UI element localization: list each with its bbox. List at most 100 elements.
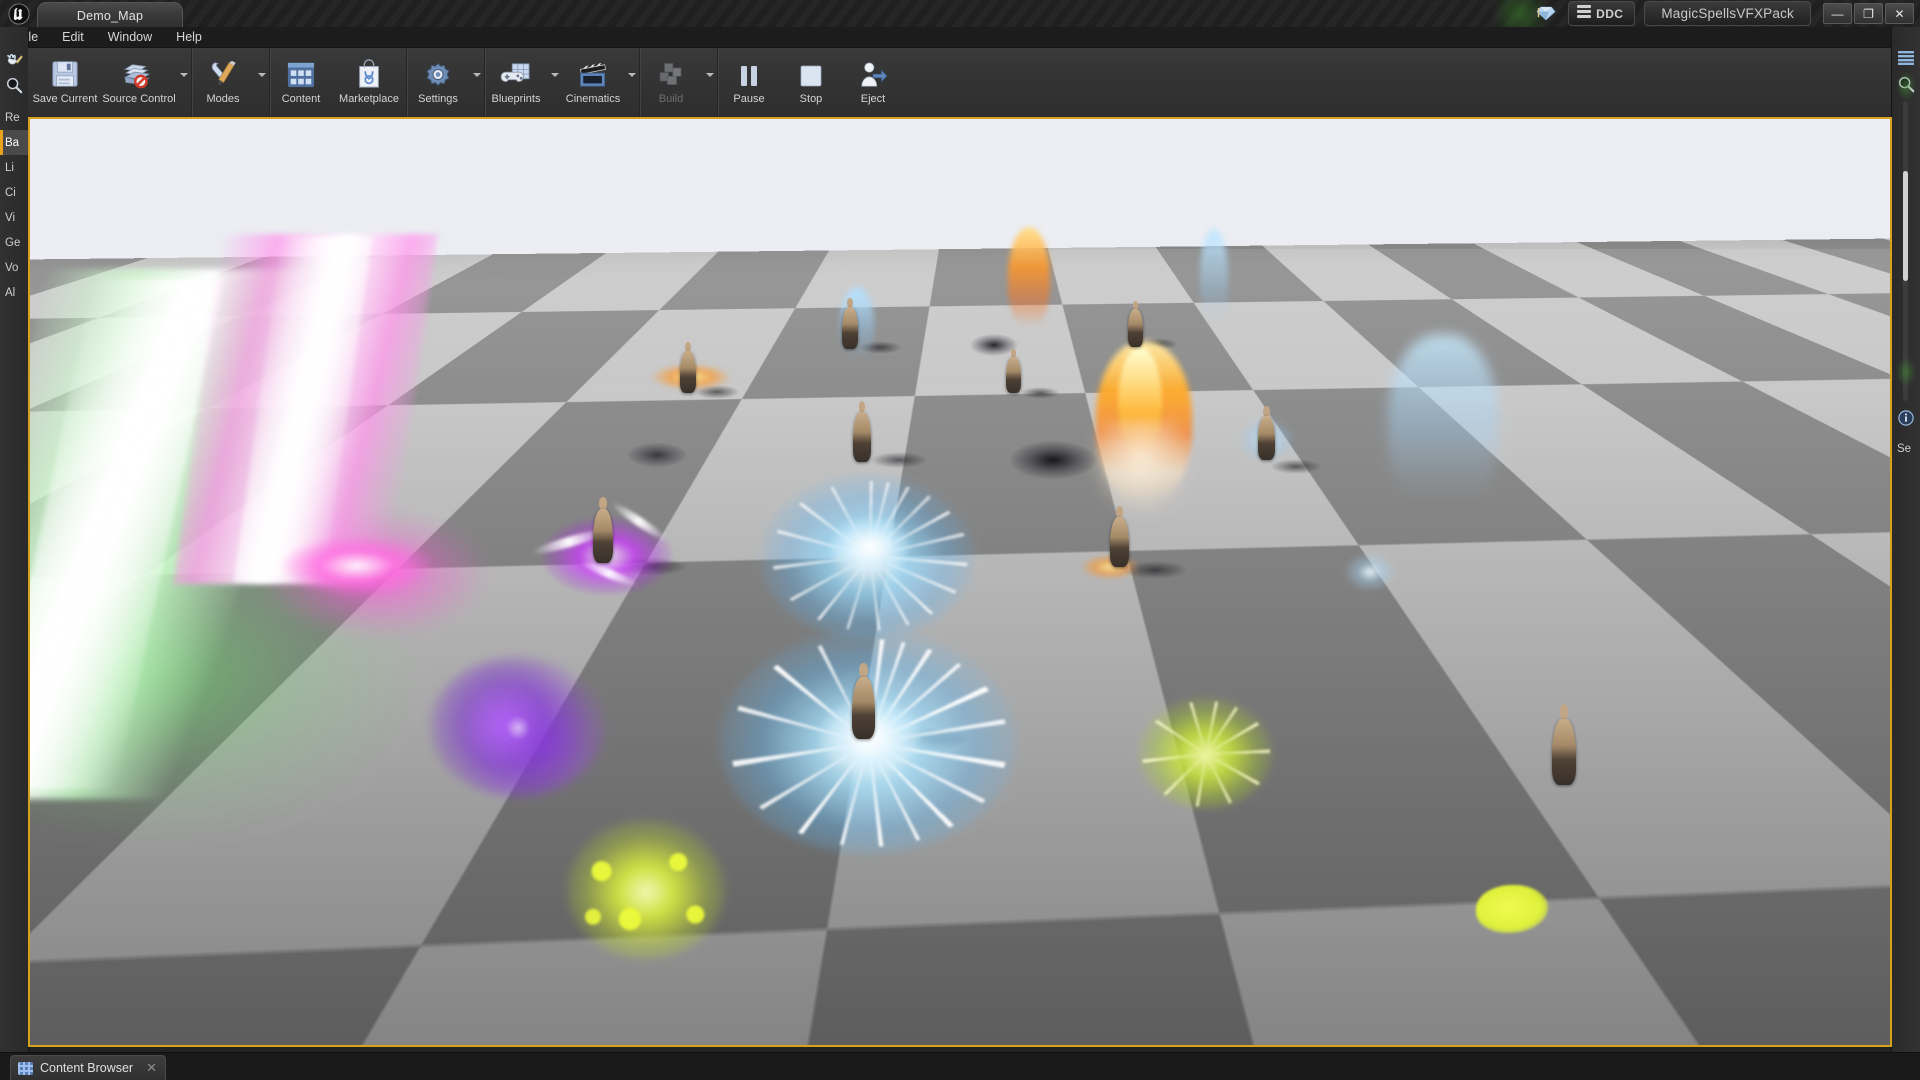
gamepad-blueprint-icon: [500, 56, 532, 89]
title-bar: Demo_Map DDC MagicSpellsVFXPack — ❐ ✕: [0, 0, 1920, 27]
toolbar-group-blueprints: Blueprints Cinematics: [485, 48, 640, 117]
stop-label: Stop: [799, 93, 823, 105]
right-outliner-rail: Se: [1891, 27, 1920, 1053]
pause-label: Pause: [733, 93, 765, 105]
green-glow-overlay: [1896, 357, 1916, 387]
sidebar-tab-cinematic[interactable]: Ci: [0, 180, 28, 205]
content-button[interactable]: Content: [270, 48, 332, 117]
wrench-pencil-icon: [208, 56, 239, 89]
viewport-ground-wrapper: [30, 119, 1890, 1045]
maximize-button[interactable]: ❐: [1854, 3, 1883, 24]
modes-button[interactable]: Modes: [192, 48, 254, 117]
cinematics-dropdown[interactable]: [624, 48, 639, 117]
minimize-button[interactable]: —: [1823, 3, 1852, 24]
blueprints-label: Blueprints: [491, 93, 541, 105]
toolbar-group-modes: Modes: [192, 48, 270, 117]
close-icon[interactable]: ✕: [146, 1060, 157, 1076]
marketplace-bag-icon: [355, 56, 383, 89]
cinematics-button[interactable]: Cinematics: [562, 48, 624, 117]
save-current-button[interactable]: Save Current: [28, 48, 102, 117]
modes-dropdown[interactable]: [254, 48, 269, 117]
chevron-down-icon: [627, 72, 636, 77]
menu-bar: File Edit Window Help: [0, 27, 1920, 48]
chevron-down-icon: [705, 72, 714, 77]
toolbar-group-settings: Settings: [407, 48, 485, 117]
sidebar-tab-all-classes[interactable]: Al: [0, 280, 28, 305]
left-modes-rail: Re Ba Li Ci Vi Ge Vo Al: [0, 27, 29, 1053]
source-control-label: Source Control: [102, 93, 176, 105]
outliner-search-tab[interactable]: Se: [1892, 437, 1920, 461]
gear-icon: [423, 56, 453, 89]
stop-button[interactable]: Stop: [780, 48, 842, 117]
content-browser-icon: [286, 56, 316, 89]
stop-icon: [798, 56, 824, 89]
outliner-scrollbar-track[interactable]: [1903, 101, 1908, 401]
close-button[interactable]: ✕: [1885, 3, 1914, 24]
title-bar-right-cluster: DDC MagicSpellsVFXPack — ❐ ✕: [1526, 0, 1920, 27]
sidebar-tab-visual-effects[interactable]: Vi: [0, 205, 28, 230]
main-toolbar: Save Current Source Control Modes Conten…: [28, 48, 1920, 118]
toolbar-group-build: Build: [640, 48, 718, 117]
menu-item-window[interactable]: Window: [96, 27, 164, 47]
marketplace-button[interactable]: Marketplace: [332, 48, 406, 117]
build-dropdown[interactable]: [702, 48, 717, 117]
toolbar-group-content: Content Marketplace: [270, 48, 407, 117]
checkerboard-floor: [30, 119, 1890, 264]
blueprints-button[interactable]: Blueprints: [485, 48, 547, 117]
sidebar-tab-geometry[interactable]: Ge: [0, 230, 28, 255]
chevron-down-icon: [179, 72, 188, 77]
menu-item-help[interactable]: Help: [164, 27, 214, 47]
eject-label: Eject: [860, 93, 886, 105]
chevron-down-icon: [550, 72, 559, 77]
green-glow-overlay: [1896, 71, 1916, 101]
chevron-down-icon: [472, 72, 481, 77]
chevron-down-icon: [257, 72, 266, 77]
ddc-status-button[interactable]: DDC: [1568, 1, 1636, 26]
sidebar-tab-recently-placed[interactable]: Re: [0, 105, 28, 130]
toolbar-group-file: Save Current Source Control: [28, 48, 192, 117]
blueprints-dropdown[interactable]: [547, 48, 562, 117]
level-viewport-frame: [28, 117, 1892, 1047]
build-label: Build: [658, 93, 684, 105]
content-browser-tab-label: Content Browser: [40, 1061, 134, 1075]
sidebar-tab-volumes[interactable]: Vo: [0, 255, 28, 280]
pause-icon: [736, 56, 762, 89]
sidebar-tab-basic[interactable]: Ba: [0, 130, 28, 155]
info-icon[interactable]: [1892, 405, 1920, 431]
menu-item-edit[interactable]: Edit: [50, 27, 96, 47]
window-controls: — ❐ ✕: [1821, 3, 1914, 24]
eject-button[interactable]: Eject: [842, 48, 904, 117]
build-boxes-icon: [656, 56, 686, 89]
settings-dropdown[interactable]: [469, 48, 484, 117]
content-browser-icon: [18, 1061, 33, 1075]
outliner-scrollbar-thumb[interactable]: [1903, 171, 1908, 281]
content-label: Content: [281, 93, 321, 105]
level-tab-label: Demo_Map: [76, 8, 144, 23]
eject-person-icon: [858, 56, 888, 89]
ddc-label: DDC: [1596, 6, 1624, 21]
level-viewport[interactable]: [30, 119, 1890, 1045]
source-control-gem-icon[interactable]: [1526, 1, 1566, 26]
toolbar-group-play-controls: Pause Stop Eject: [718, 48, 904, 117]
source-control-icon: [123, 56, 155, 89]
search-icon[interactable]: [0, 72, 28, 97]
unreal-editor-window: Demo_Map DDC MagicSpellsVFXPack — ❐ ✕ Ed…: [0, 0, 1920, 1080]
project-title: MagicSpellsVFXPack: [1661, 6, 1794, 21]
unreal-engine-logo-icon: [4, 1, 34, 26]
tab-content-browser[interactable]: Content Browser ✕: [10, 1055, 167, 1080]
save-current-label: Save Current: [32, 93, 98, 105]
sidebar-tab-lights[interactable]: Li: [0, 155, 28, 180]
pause-button[interactable]: Pause: [718, 48, 780, 117]
floppy-disk-icon: [50, 56, 80, 89]
bottom-dock: Content Browser ✕: [0, 1052, 1920, 1080]
outliner-list-icon[interactable]: [1892, 45, 1920, 71]
source-control-dropdown[interactable]: [176, 48, 191, 117]
settings-button[interactable]: Settings: [407, 48, 469, 117]
select-mode-icon[interactable]: [0, 47, 28, 72]
project-title-button[interactable]: MagicSpellsVFXPack: [1644, 1, 1811, 26]
level-tab-demo-map[interactable]: Demo_Map: [37, 2, 183, 27]
build-button[interactable]: Build: [640, 48, 702, 117]
settings-label: Settings: [418, 93, 458, 105]
marketplace-label: Marketplace: [339, 93, 399, 105]
source-control-button[interactable]: Source Control: [102, 48, 176, 117]
